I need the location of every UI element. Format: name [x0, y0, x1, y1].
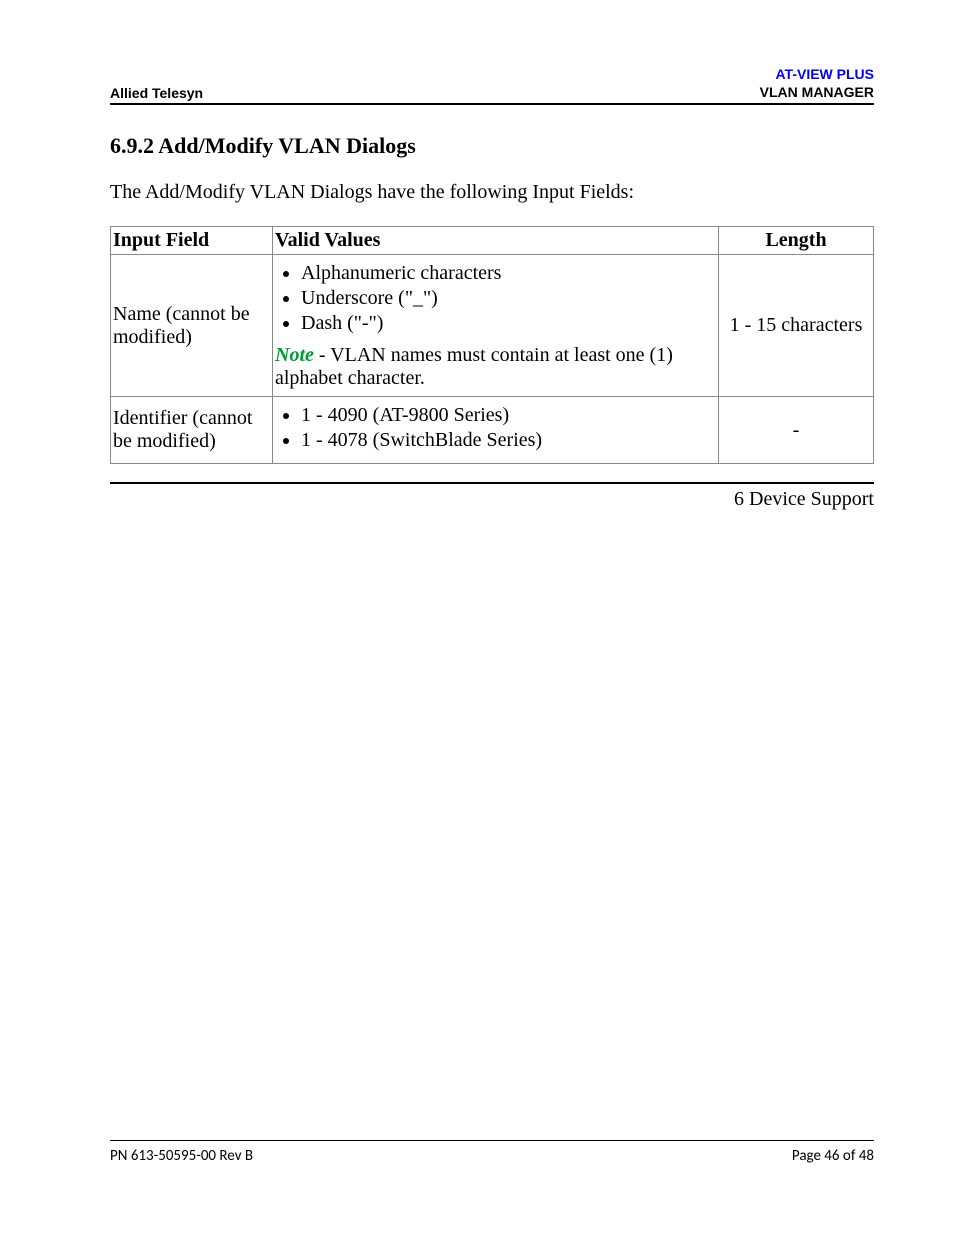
note-line: Note - VLAN names must contain at least …	[275, 344, 716, 390]
col-header-length: Length	[719, 227, 874, 255]
section-footer: 6 Device Support	[110, 488, 874, 511]
table-row: Name (cannot be modified) Alphanumeric c…	[111, 255, 874, 397]
table-row: Identifier (cannot be modified) 1 - 4090…	[111, 397, 874, 464]
header-left: Allied Telesyn	[110, 85, 203, 101]
valid-values-list: 1 - 4090 (AT-9800 Series) 1 - 4078 (Swit…	[275, 403, 716, 453]
header-right: AT-VIEW PLUS VLAN MANAGER	[760, 65, 874, 101]
footer-left: PN 613-50595-00 Rev B	[110, 1147, 253, 1165]
header-module: VLAN MANAGER	[760, 83, 874, 101]
list-item: Dash ("-")	[301, 311, 716, 336]
note-text: - VLAN names must contain at least one (…	[275, 344, 673, 389]
note-label: Note	[275, 344, 314, 366]
col-header-input-field: Input Field	[111, 227, 273, 255]
cell-input-field: Name (cannot be modified)	[111, 255, 273, 397]
section-intro: The Add/Modify VLAN Dialogs have the fol…	[110, 181, 874, 204]
col-header-valid-values: Valid Values	[273, 227, 719, 255]
input-fields-table: Input Field Valid Values Length Name (ca…	[110, 226, 874, 464]
cell-valid-values: 1 - 4090 (AT-9800 Series) 1 - 4078 (Swit…	[273, 397, 719, 464]
list-item: 1 - 4078 (SwitchBlade Series)	[301, 428, 716, 453]
page-header: Allied Telesyn AT-VIEW PLUS VLAN MANAGER	[110, 65, 874, 105]
cell-input-field: Identifier (cannot be modified)	[111, 397, 273, 464]
cell-valid-values: Alphanumeric characters Underscore ("_")…	[273, 255, 719, 397]
list-item: 1 - 4090 (AT-9800 Series)	[301, 403, 716, 428]
page-footer: PN 613-50595-00 Rev B Page 46 of 48	[110, 1140, 874, 1165]
valid-values-list: Alphanumeric characters Underscore ("_")…	[275, 261, 716, 336]
header-product: AT-VIEW PLUS	[760, 65, 874, 83]
cell-length: -	[719, 397, 874, 464]
footer-right: Page 46 of 48	[792, 1147, 874, 1165]
list-item: Alphanumeric characters	[301, 261, 716, 286]
page: Allied Telesyn AT-VIEW PLUS VLAN MANAGER…	[0, 0, 954, 1235]
section-rule	[110, 482, 874, 484]
section-heading: 6.9.2 Add/Modify VLAN Dialogs	[110, 133, 874, 159]
list-item: Underscore ("_")	[301, 286, 716, 311]
table-header-row: Input Field Valid Values Length	[111, 227, 874, 255]
cell-length: 1 - 15 characters	[719, 255, 874, 397]
